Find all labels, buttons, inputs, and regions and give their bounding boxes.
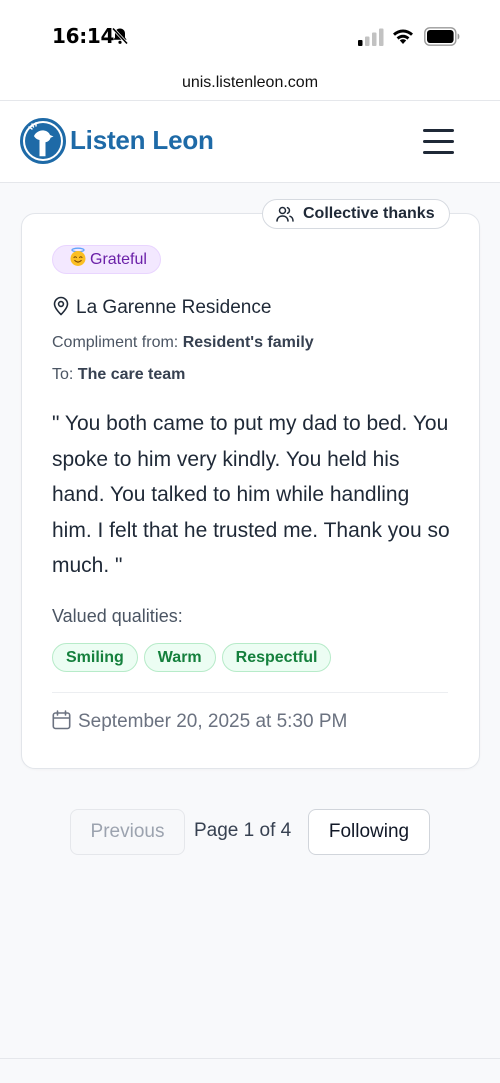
calendar-icon — [52, 710, 71, 730]
smiling-face-with-halo-icon — [70, 247, 86, 266]
mood-badge: Grateful — [52, 245, 161, 274]
compliment-to-row: To: The care team — [52, 366, 185, 384]
from-label: Compliment from: — [52, 334, 179, 351]
compliment-date: September 20, 2025 at 5:30 PM — [78, 711, 348, 732]
quality-tag: Smiling — [52, 643, 138, 672]
compliment-quote: " You both came to put my dad to bed. Yo… — [52, 412, 450, 577]
qualities-label: Valued qualities: — [52, 606, 183, 626]
quality-tag: Respectful — [221, 643, 332, 672]
hamburger-menu-icon[interactable] — [418, 123, 458, 161]
brand-name[interactable]: Listen Leon — [70, 125, 214, 156]
compliment-from-row: Compliment from: Resident's family — [52, 334, 314, 352]
from-value: Resident's family — [182, 334, 314, 351]
listen-leon-logo-icon[interactable] — [20, 118, 66, 164]
previous-page-button[interactable]: Previous — [70, 809, 185, 855]
bell-slash-icon — [111, 27, 129, 45]
page-indicator: Page 1 of 4 — [194, 820, 292, 841]
collective-thanks-badge: Collective thanks — [262, 199, 450, 229]
to-label: To: — [52, 366, 74, 383]
app-header: Listen Leon — [0, 101, 500, 183]
url-bar[interactable]: unis.listenleon.com — [0, 68, 500, 101]
location-name: La Garenne Residence — [76, 297, 272, 318]
url-text: unis.listenleon.com — [181, 74, 319, 91]
to-value: The care team — [77, 366, 186, 383]
quality-tag: Warm — [143, 643, 216, 672]
collective-thanks-label: Collective thanks — [303, 205, 435, 222]
location-row: La Garenne Residence — [52, 296, 271, 319]
date-row: September 20, 2025 at 5:30 PM — [52, 710, 347, 733]
signal-icon — [358, 28, 384, 46]
card-divider — [52, 692, 448, 693]
users-icon — [276, 206, 294, 222]
qualities-list: Smiling Warm Respectful — [52, 643, 332, 672]
battery-icon — [424, 27, 460, 46]
map-pin-icon — [53, 296, 69, 316]
next-page-button[interactable]: Following — [308, 809, 430, 855]
bottom-divider — [0, 1058, 500, 1059]
status-bar: 16:14 — [0, 0, 500, 68]
wifi-icon — [393, 29, 413, 44]
mood-label: Grateful — [90, 251, 147, 268]
status-time: 16:14 — [52, 24, 115, 48]
